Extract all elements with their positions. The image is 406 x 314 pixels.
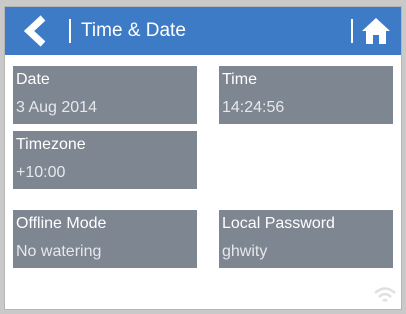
header-bar: Time & Date	[5, 7, 401, 55]
header-divider-right	[351, 19, 353, 43]
offline-mode-value: No watering	[16, 243, 102, 260]
header-divider-left	[69, 19, 71, 43]
time-tile[interactable]: Time 14:24:56	[219, 66, 393, 124]
local-password-value: ghwity	[222, 243, 268, 260]
timezone-value: +10:00	[16, 164, 66, 181]
offline-mode-tile[interactable]: Offline Mode No watering	[13, 210, 197, 268]
date-tile[interactable]: Date 3 Aug 2014	[13, 66, 197, 124]
back-button[interactable]	[15, 13, 55, 49]
date-value: 3 Aug 2014	[16, 99, 97, 116]
page-title: Time & Date	[81, 20, 186, 41]
offline-mode-label: Offline Mode	[16, 215, 107, 232]
home-icon	[362, 18, 390, 44]
wifi-icon	[374, 287, 396, 302]
chevron-left-icon	[23, 15, 46, 47]
timezone-tile[interactable]: Timezone +10:00	[13, 131, 197, 189]
time-label: Time	[222, 71, 257, 88]
date-label: Date	[16, 71, 50, 88]
local-password-tile[interactable]: Local Password ghwity	[219, 210, 393, 268]
time-value: 14:24:56	[222, 99, 285, 116]
timezone-label: Timezone	[16, 136, 86, 153]
home-button[interactable]	[357, 13, 395, 49]
local-password-label: Local Password	[222, 215, 335, 232]
screen: Time & Date Date 3 Aug 2014 Time 14:24:5…	[4, 6, 402, 310]
